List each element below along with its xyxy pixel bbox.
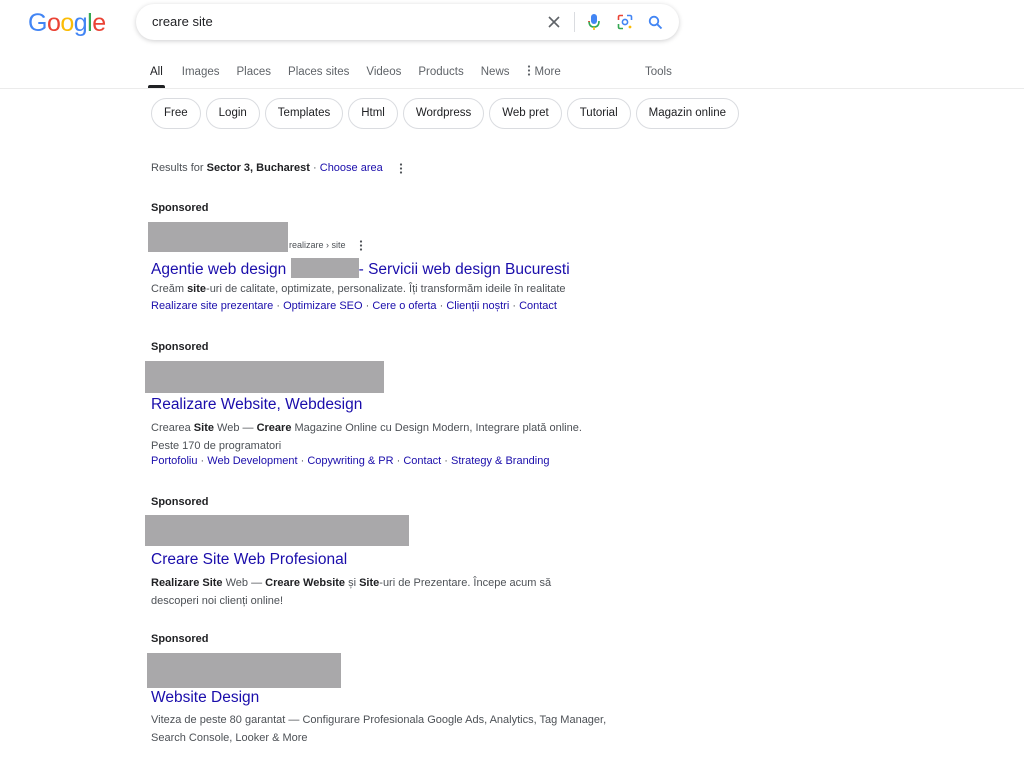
result-description: Realizare Site Web — Creare Website și S… — [151, 574, 621, 610]
desc-text: Creăm — [151, 283, 188, 295]
logo-letter: e — [92, 9, 106, 37]
tab-videos[interactable]: Videos — [366, 62, 401, 88]
tab-images[interactable]: Images — [182, 62, 220, 88]
location-prefix: Results for — [151, 162, 207, 174]
sponsored-label: Sponsored — [151, 202, 209, 214]
sitelink[interactable]: Optimizare SEO — [283, 300, 362, 312]
sitelinks: Realizare site prezentare · Optimizare S… — [151, 300, 557, 312]
logo-letter: g — [73, 9, 88, 37]
chip-templates[interactable]: Templates — [264, 98, 344, 129]
desc-text: Crearea — [151, 422, 194, 434]
search-divider — [574, 12, 575, 32]
chip-magazin-online[interactable]: Magazin online — [635, 98, 739, 129]
tab-products[interactable]: Products — [418, 62, 463, 88]
result-title-link[interactable]: Agentie web design - Servicii web design… — [151, 258, 570, 279]
result-title-link[interactable]: Creare Site Web Profesional — [151, 551, 347, 569]
result-title-link[interactable]: Realizare Website, Webdesign — [151, 396, 362, 414]
desc-text: Peste 170 de programatori — [151, 440, 282, 452]
redacted-brand — [290, 258, 359, 278]
chip-free[interactable]: Free — [151, 98, 201, 129]
desc-text: Magazine Online cu Design Modern, Integr… — [291, 422, 582, 434]
lens-icon[interactable] — [615, 12, 635, 32]
redacted-site-identity — [145, 515, 409, 546]
search-icon[interactable] — [645, 12, 665, 32]
search-box[interactable]: creare site — [136, 4, 679, 40]
chip-web-pret[interactable]: Web pret — [489, 98, 562, 129]
google-logo[interactable]: Google — [28, 9, 106, 38]
sponsored-label: Sponsored — [151, 341, 209, 353]
logo-letter: o — [60, 9, 74, 37]
chip-wordpress[interactable]: Wordpress — [402, 98, 485, 129]
more-vert-icon — [527, 65, 530, 76]
tools-button[interactable]: Tools — [645, 62, 672, 82]
choose-area-link[interactable]: Choose area — [320, 162, 383, 174]
tab-all[interactable]: All — [148, 62, 165, 88]
logo-letter: o — [46, 9, 61, 37]
redacted-site-identity — [147, 653, 341, 688]
tab-more-label: More — [534, 66, 561, 78]
location-place: Sector 3, Bucharest — [206, 162, 310, 174]
result-title-part: Agentie web design — [151, 261, 291, 278]
result-title-link[interactable]: Website Design — [151, 689, 259, 707]
desc-text: descoperi noi clienți online! — [151, 595, 284, 607]
tab-more[interactable]: More — [527, 62, 561, 88]
desc-text: Web — — [222, 577, 266, 589]
desc-highlight: Site — [359, 577, 380, 589]
chip-tutorial[interactable]: Tutorial — [566, 98, 631, 129]
logo-letter: G — [28, 9, 47, 37]
refinement-chips: Free Login Templates Html Wordpress Web … — [151, 98, 744, 129]
more-vert-icon[interactable] — [359, 240, 363, 251]
search-tabs: All Images Places Places sites Videos Pr… — [148, 62, 578, 88]
desc-highlight: Site — [193, 422, 214, 434]
location-sep: · — [309, 162, 320, 174]
sponsored-result-2: Sponsored Realizare Website, Webdesign C… — [145, 341, 631, 467]
sitelink[interactable]: Contact — [519, 300, 557, 312]
sponsored-result-3: Sponsored Creare Site Web Profesional Re… — [145, 496, 631, 607]
sponsored-result-1: Sponsored realizare › site Agentie web d… — [148, 202, 631, 312]
chip-html[interactable]: Html — [348, 98, 398, 129]
redacted-site-identity — [148, 222, 288, 252]
desc-highlight: Creare — [256, 422, 292, 434]
desc-text: și — [345, 577, 360, 589]
sitelink[interactable]: Realizare site prezentare — [151, 300, 273, 312]
result-description: Crearea Site Web — Creare Magazine Onlin… — [151, 419, 621, 455]
close-icon[interactable] — [544, 12, 564, 32]
desc-text: -uri de Prezentare. Începe acum să — [379, 577, 552, 589]
tab-places[interactable]: Places — [237, 62, 272, 88]
tab-places-sites[interactable]: Places sites — [288, 62, 349, 88]
more-vert-icon[interactable] — [399, 163, 403, 174]
result-description: Creăm site-uri de calitate, optimizate, … — [151, 280, 621, 298]
desc-text: Viteza de peste 80 garantat — Configurar… — [151, 714, 607, 726]
redacted-site-identity — [145, 361, 384, 393]
tab-news[interactable]: News — [481, 62, 510, 88]
sitelink[interactable]: Portofoliu — [151, 455, 197, 467]
sitelink[interactable]: Contact — [403, 455, 441, 467]
sitelink[interactable]: Cere o oferta — [372, 300, 436, 312]
sitelink[interactable]: Copywriting & PR — [307, 455, 393, 467]
sitelinks: Portofoliu · Web Development · Copywriti… — [151, 455, 550, 467]
header-divider — [0, 88, 1024, 89]
result-title-part: - Servicii web design Bucuresti — [358, 261, 570, 278]
sitelink[interactable]: Web Development — [207, 455, 297, 467]
microphone-icon[interactable] — [584, 12, 604, 32]
desc-text: -uri de calitate, optimizate, personaliz… — [206, 283, 566, 295]
location-notice: Results for Sector 3, Bucharest · Choose… — [151, 162, 403, 174]
search-input[interactable]: creare site — [152, 14, 213, 29]
sponsored-label: Sponsored — [151, 496, 209, 508]
sitelink[interactable]: Clienții noștri — [446, 300, 509, 312]
desc-highlight: site — [187, 283, 207, 295]
desc-highlight: Realizare Site — [151, 577, 223, 589]
result-description: Viteza de peste 80 garantat — Configurar… — [151, 711, 621, 747]
sponsored-label: Sponsored — [151, 633, 209, 645]
desc-highlight: Creare Website — [265, 577, 346, 589]
sponsored-result-4: Sponsored Website Design Viteza de peste… — [147, 633, 631, 744]
desc-text: Web — — [213, 422, 257, 434]
chip-login[interactable]: Login — [205, 98, 260, 129]
result-breadcrumb: realizare › site — [289, 240, 346, 250]
sitelink[interactable]: Strategy & Branding — [451, 455, 549, 467]
desc-text: Search Console, Looker & More — [151, 732, 308, 744]
